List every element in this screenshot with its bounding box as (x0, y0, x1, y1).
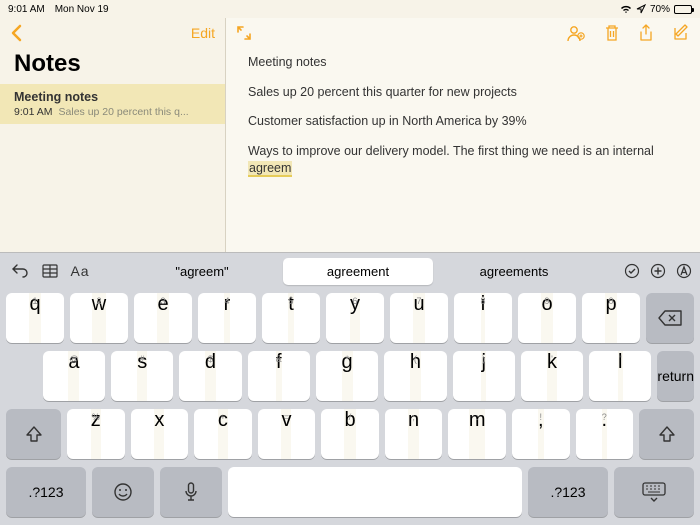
key-mode-right[interactable]: .?123 (528, 467, 608, 517)
note-toolbar (226, 18, 700, 48)
key-comma[interactable]: !, (512, 409, 570, 459)
location-icon (636, 4, 646, 14)
suggestion-main[interactable]: agreement (283, 258, 433, 285)
key-return[interactable]: return (657, 351, 694, 401)
autocomplete-highlight: agreem (248, 161, 292, 177)
key-h[interactable]: (h (384, 351, 446, 401)
key-d[interactable]: $d (179, 351, 241, 401)
key-z[interactable]: %z (67, 409, 125, 459)
key-p[interactable]: 0p (582, 293, 640, 343)
key-dictation[interactable] (160, 467, 222, 517)
key-q[interactable]: 1q (6, 293, 64, 343)
suggestion-alt[interactable]: agreements (439, 258, 589, 285)
sidebar: Edit Notes Meeting notes 9:01 AMSales up… (0, 18, 226, 252)
key-backspace[interactable] (646, 293, 694, 343)
key-s[interactable]: #s (111, 351, 173, 401)
edit-button[interactable]: Edit (191, 25, 215, 41)
suggestion-bar: Aa "agreem" agreement agreements (0, 252, 700, 289)
checkmark-circle-icon[interactable] (624, 263, 640, 279)
keyboard-row-4: .?123 .?123 (0, 463, 700, 525)
keyboard-row-2: @a #s $d &f *g (h )j 'k "l return (0, 347, 700, 405)
key-dismiss-keyboard[interactable] (614, 467, 694, 517)
trash-icon[interactable] (604, 24, 620, 42)
note-paragraph: Ways to improve our delivery model. The … (248, 143, 678, 178)
key-j[interactable]: )j (453, 351, 515, 401)
keyboard-row-3: %z -x +c =v /b ;n :m !, ?. (0, 405, 700, 463)
key-k[interactable]: 'k (521, 351, 583, 401)
key-u[interactable]: 7u (390, 293, 448, 343)
format-aa-button[interactable]: Aa (68, 263, 92, 279)
table-insert-icon[interactable] (38, 264, 62, 278)
key-i[interactable]: 8i (454, 293, 512, 343)
key-shift-right[interactable] (639, 409, 694, 459)
battery-percent: 70% (650, 4, 670, 15)
key-f[interactable]: &f (248, 351, 310, 401)
note-main: Meeting notes Sales up 20 percent this q… (226, 18, 700, 252)
key-space[interactable] (228, 467, 522, 517)
key-y[interactable]: 6y (326, 293, 384, 343)
key-m[interactable]: :m (448, 409, 506, 459)
expand-icon[interactable] (236, 25, 252, 41)
note-item-preview: 9:01 AMSales up 20 percent this q... (14, 106, 211, 118)
key-t[interactable]: 5t (262, 293, 320, 343)
add-person-icon[interactable] (566, 24, 586, 42)
compose-icon[interactable] (672, 24, 690, 42)
status-bar: 9:01 AM Mon Nov 19 70% (0, 0, 700, 18)
battery-icon (674, 5, 692, 14)
keyboard: Aa "agreem" agreement agreements 1q 2w 3… (0, 252, 700, 525)
status-time: 9:01 AM (8, 4, 45, 15)
back-chevron-icon[interactable] (10, 24, 24, 42)
key-v[interactable]: =v (258, 409, 316, 459)
key-o[interactable]: 9o (518, 293, 576, 343)
share-icon[interactable] (638, 24, 654, 42)
status-date: Mon Nov 19 (55, 4, 109, 15)
key-g[interactable]: *g (316, 351, 378, 401)
plus-circle-icon[interactable] (650, 263, 666, 279)
suggestion-quoted[interactable]: "agreem" (127, 258, 277, 285)
key-n[interactable]: ;n (385, 409, 443, 459)
key-e[interactable]: 3e (134, 293, 192, 343)
note-paragraph: Customer satisfaction up in North Americ… (248, 113, 678, 131)
key-x[interactable]: -x (131, 409, 189, 459)
key-mode-left[interactable]: .?123 (6, 467, 86, 517)
note-item-title: Meeting notes (14, 90, 211, 104)
key-shift-left[interactable] (6, 409, 61, 459)
key-r[interactable]: 4r (198, 293, 256, 343)
undo-icon[interactable] (8, 264, 32, 278)
wifi-icon (620, 5, 632, 14)
note-title-line: Meeting notes (248, 54, 678, 72)
key-period[interactable]: ?. (576, 409, 634, 459)
note-paragraph: Sales up 20 percent this quarter for new… (248, 84, 678, 102)
key-l[interactable]: "l (589, 351, 651, 401)
sidebar-title: Notes (0, 48, 225, 84)
note-list-item[interactable]: Meeting notes 9:01 AMSales up 20 percent… (0, 84, 225, 124)
note-body[interactable]: Meeting notes Sales up 20 percent this q… (226, 48, 700, 196)
key-a[interactable]: @a (43, 351, 105, 401)
key-emoji[interactable] (92, 467, 154, 517)
key-w[interactable]: 2w (70, 293, 128, 343)
pencil-circle-icon[interactable] (676, 263, 692, 279)
keyboard-row-1: 1q 2w 3e 4r 5t 6y 7u 8i 9o 0p (0, 289, 700, 347)
key-b[interactable]: /b (321, 409, 379, 459)
key-c[interactable]: +c (194, 409, 252, 459)
